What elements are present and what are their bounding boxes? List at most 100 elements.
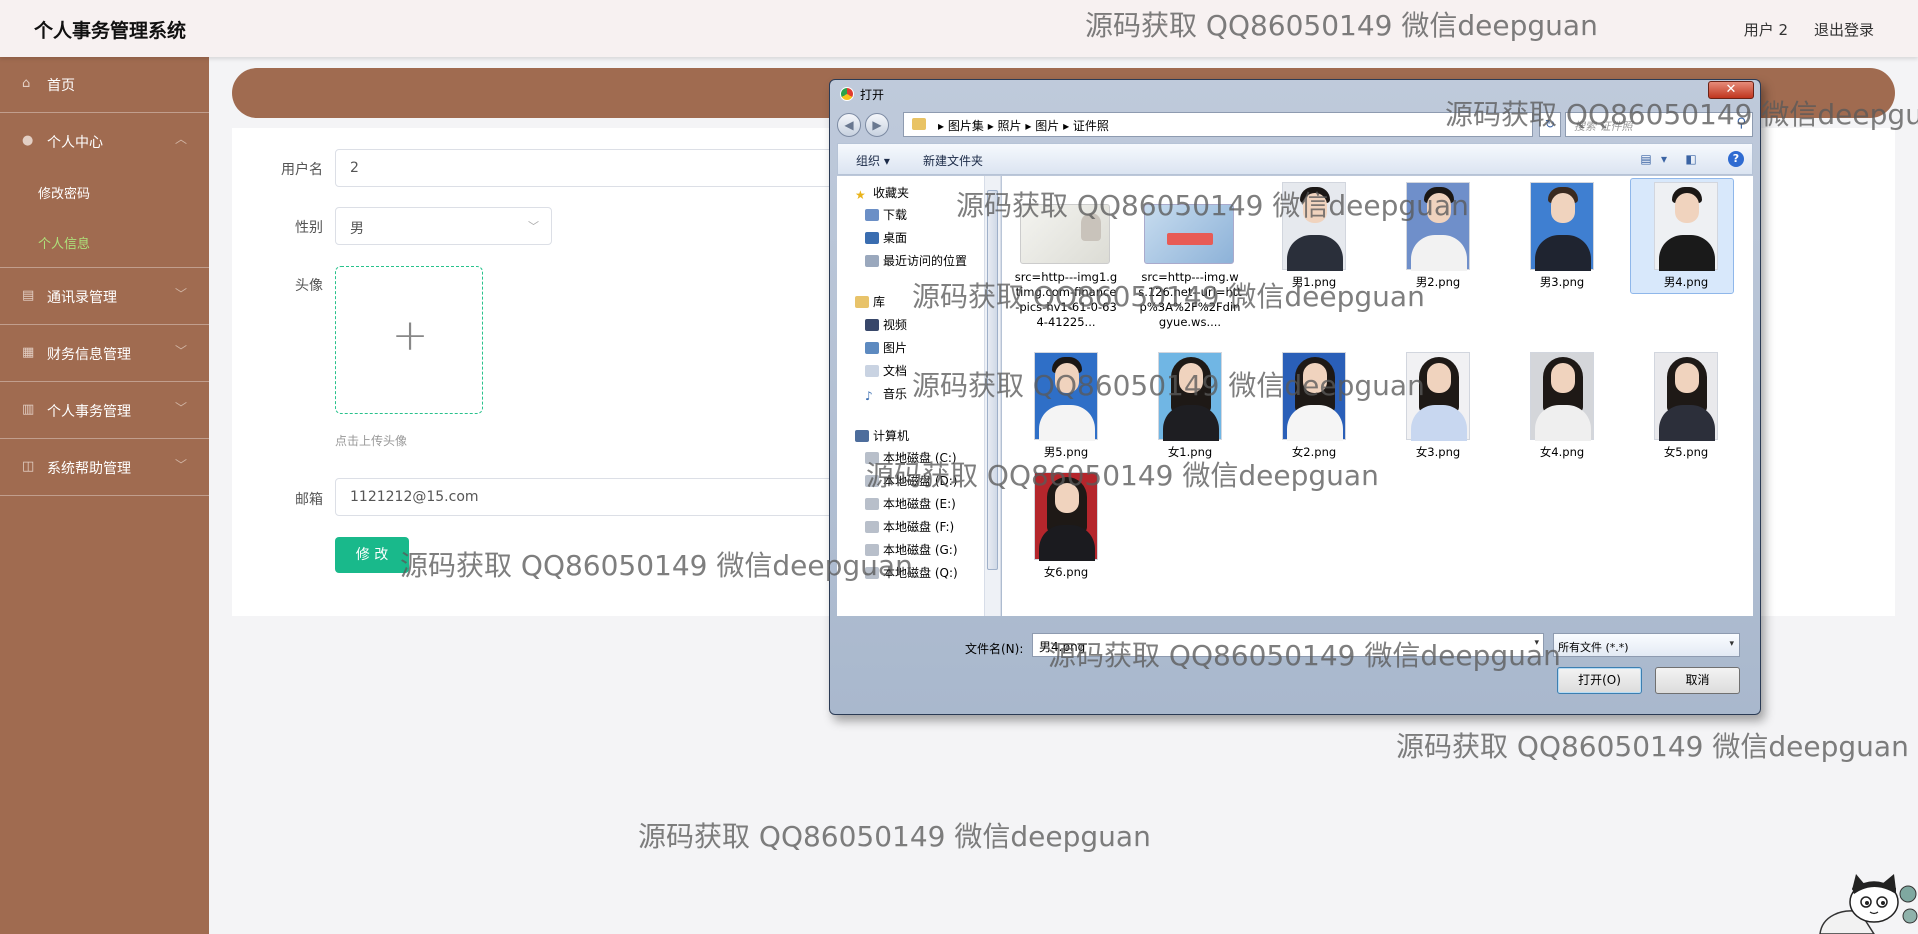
tree-item-documents[interactable]: 文档 (865, 362, 907, 379)
documents-icon (865, 365, 879, 377)
tree-item-computer[interactable]: 计算机 (855, 427, 909, 444)
tree-item-label: 桌面 (883, 231, 908, 245)
breadcrumb-separator: ▸ (987, 119, 998, 133)
preview-pane-icon[interactable]: ◧ (1683, 151, 1699, 167)
tree-item-label: 最近访问的位置 (883, 254, 968, 268)
sidebar-subitem-personal-info[interactable]: 个人信息 (38, 233, 90, 252)
sidebar-item-help[interactable]: ◫ 系统帮助管理 ﹀ (0, 440, 209, 496)
tree-item-label: 文档 (883, 364, 908, 378)
tree-item-label: 收藏夹 (873, 186, 910, 200)
folder-icon (912, 118, 926, 130)
username-label: 用户名 (281, 162, 323, 178)
library-icon (855, 296, 869, 308)
breadcrumb-item[interactable]: 图片 (1035, 119, 1059, 133)
tree-item-label: 图片 (883, 341, 908, 355)
avatar-uploader[interactable]: + (335, 266, 483, 414)
avatar-upload-hint: 点击上传头像 (335, 434, 408, 448)
back-arrow-icon[interactable]: ◀ (837, 113, 861, 137)
dialog-title: 打开 (860, 88, 885, 102)
forward-arrow-icon[interactable]: ▶ (865, 113, 889, 137)
sidebar-item-tasks[interactable]: ▥ 个人事务管理 ﹀ (0, 383, 209, 439)
sidebar-item-contacts[interactable]: ▤ 通讯录管理 ﹀ (0, 269, 209, 325)
sidebar-item-label: 个人中心 (47, 135, 103, 151)
watermark: 源码获取 QQ86050149 微信deepguan (912, 369, 1425, 402)
breadcrumb-item[interactable]: 照片 (998, 119, 1022, 133)
tree-item-pictures[interactable]: 图片 (865, 339, 907, 356)
username-input[interactable]: 2 (335, 149, 855, 187)
watermark: 源码获取 QQ86050149 微信deepguan (1048, 639, 1561, 672)
tree-item-downloads[interactable]: 下载 (865, 206, 907, 223)
file-item[interactable]: 男3.png (1510, 182, 1614, 302)
gender-label: 性别 (295, 220, 323, 236)
chevron-down-icon: ﹀ (174, 458, 187, 472)
sidebar-item-label: 首页 (47, 78, 75, 94)
drive-icon (865, 498, 879, 510)
chevron-down-icon: ▾ (1729, 639, 1734, 649)
watermark: 源码获取 QQ86050149 微信deepguan (912, 280, 1425, 313)
help-icon: ◫ (22, 459, 35, 474)
organize-button[interactable]: 组织 ▾ (856, 152, 890, 169)
submit-button[interactable]: 修 改 (335, 537, 409, 573)
tree-item-music[interactable]: ♪ 音乐 (865, 385, 908, 403)
sidebar-item-label: 通讯录管理 (47, 290, 117, 306)
file-name: 女6.png (1043, 565, 1089, 579)
address-bar[interactable]: ▸ 图片集 ▸ 照片 ▸ 图片 ▸ 证件照 (903, 112, 1533, 137)
current-user-label[interactable]: 用户 2 (1744, 19, 1788, 40)
photo-thumbnail (1654, 352, 1718, 441)
contacts-icon: ▤ (22, 288, 35, 303)
file-item-selected[interactable]: 男4.png (1630, 178, 1738, 302)
sidebar-item-finance[interactable]: ▦ 财务信息管理 ﹀ (0, 326, 209, 382)
tree-item-libraries[interactable]: 库 (855, 293, 885, 310)
dialog-toolbar: 组织 ▾ 新建文件夹 ▤ ▾ ◧ ? (837, 143, 1753, 175)
tree-item-label: 本地磁盘 (E:) (883, 497, 956, 511)
watermark: 源码获取 QQ86050149 微信deepguan (866, 459, 1379, 492)
filetype-value: 所有文件 (*.*) (1558, 641, 1629, 654)
sidebar-item-home[interactable]: ⌂ 首页 (0, 57, 209, 113)
tree-item-recent[interactable]: 最近访问的位置 (865, 252, 967, 269)
chevron-up-icon: ︿ (174, 132, 187, 146)
tree-item-drive[interactable]: 本地磁盘 (F:) (865, 518, 954, 535)
download-icon (865, 209, 879, 221)
photo-thumbnail (1654, 182, 1718, 271)
sidebar-subitem-change-password[interactable]: 修改密码 (38, 183, 90, 202)
home-icon: ⌂ (22, 76, 31, 91)
cancel-button[interactable]: 取消 (1655, 667, 1740, 694)
gender-select[interactable]: 男 ﹀ (335, 207, 552, 245)
tree-item-drive[interactable]: 本地磁盘 (E:) (865, 495, 956, 512)
chevron-down-icon: ﹀ (174, 287, 187, 301)
file-item[interactable]: 女4.png (1510, 352, 1614, 472)
drive-icon (865, 521, 879, 533)
desktop-icon (865, 232, 879, 244)
new-folder-button[interactable]: 新建文件夹 (923, 152, 983, 169)
email-input[interactable]: 1121212@15.com (335, 478, 855, 516)
chevron-down-icon[interactable]: ▾ (1656, 151, 1672, 167)
sidebar: ⌂ 首页 ● 个人中心 ︿ 修改密码 个人信息 ▤ 通讯录管理 ﹀ ▦ 财务信息… (0, 57, 209, 934)
file-name: 女4.png (1539, 445, 1585, 459)
filetype-select[interactable]: 所有文件 (*.*) ▾ (1553, 633, 1740, 657)
sidebar-item-personal-center[interactable]: ● 个人中心 ︿ 修改密码 个人信息 (0, 114, 209, 268)
view-options-icon[interactable]: ▤ (1638, 151, 1654, 167)
user-icon: ● (22, 133, 34, 148)
help-icon[interactable]: ? (1728, 151, 1744, 167)
chrome-icon (840, 87, 854, 101)
breadcrumb-item[interactable]: 证件照 (1073, 119, 1109, 133)
tree-item-favorites[interactable]: ★ 收藏夹 (855, 184, 910, 202)
breadcrumb-separator: ▸ (938, 119, 948, 133)
breadcrumb-item[interactable]: 图片集 (948, 119, 984, 133)
breadcrumb-separator: ▸ (1063, 119, 1073, 133)
file-item[interactable]: 女5.png (1634, 352, 1738, 472)
sidebar-item-label: 个人事务管理 (47, 404, 131, 420)
chevron-down-icon: ﹀ (528, 220, 539, 233)
tree-item-label: 视频 (883, 318, 908, 332)
cat-mascot-icon (1819, 874, 1918, 934)
photo-thumbnail (1530, 352, 1594, 441)
tree-item-desktop[interactable]: 桌面 (865, 229, 907, 246)
tree-item-label: 库 (873, 295, 886, 309)
breadcrumb-separator: ▸ (1025, 119, 1036, 133)
chevron-down-icon: ﹀ (174, 401, 187, 415)
tree-item-label: 音乐 (883, 387, 908, 401)
tasks-icon: ▥ (22, 402, 35, 417)
logout-link[interactable]: 退出登录 (1814, 19, 1874, 40)
open-button[interactable]: 打开(O) (1557, 667, 1642, 694)
tree-item-videos[interactable]: 视频 (865, 316, 907, 333)
